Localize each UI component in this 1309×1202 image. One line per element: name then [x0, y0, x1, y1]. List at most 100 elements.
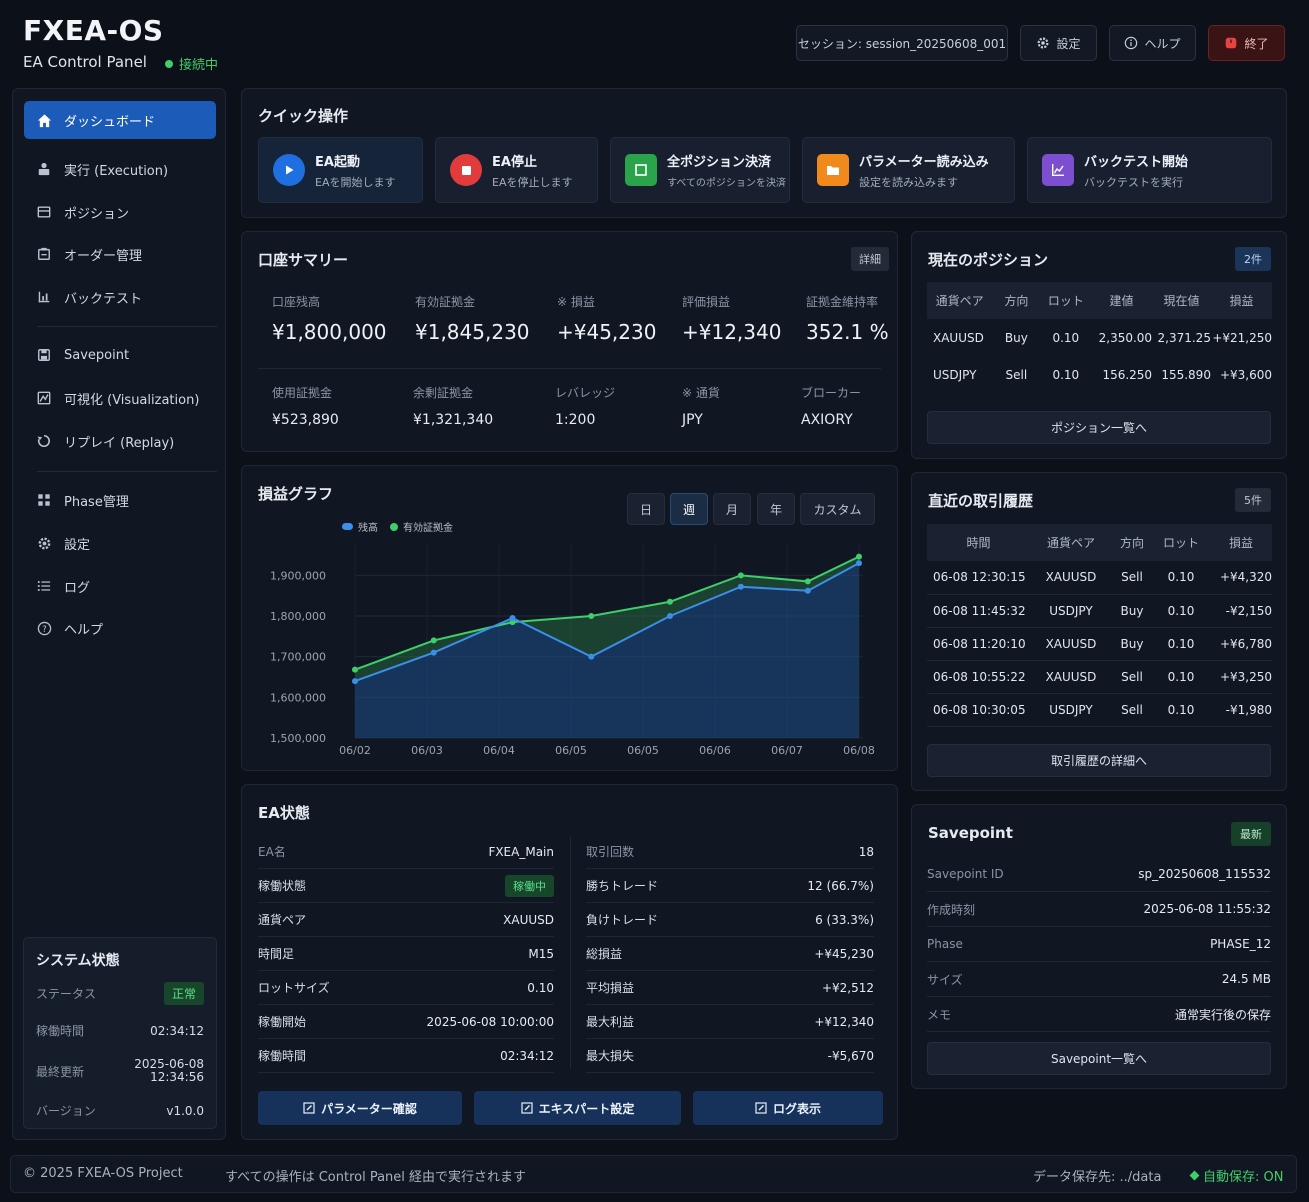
table-cell: +¥3,250: [1219, 669, 1272, 684]
quick-action-desc: 設定を読み込みます: [859, 175, 958, 189]
column-header: 通貨ペア: [927, 282, 993, 319]
summary-label: レバレッジ: [555, 386, 616, 400]
balance-point: [509, 615, 516, 622]
autosave-status: 自動保存: ON: [1189, 1166, 1283, 1185]
detail-button[interactable]: 詳細: [851, 247, 889, 271]
app-subtitle: EA Control Panel: [23, 53, 147, 71]
column-header: 方向: [992, 282, 1041, 319]
table-row[interactable]: 06-08 10:30:05 USDJPY Sell 0.10 -¥1,980: [927, 693, 1272, 726]
sidebar-item-visualization[interactable]: 可視化 (Visualization): [24, 379, 216, 417]
table-row[interactable]: XAUUSD Buy 0.10 2,350.00 2,371.25 +¥21,2…: [927, 319, 1272, 356]
column-header: 現在値: [1152, 282, 1211, 319]
sidebar-item-phase[interactable]: Phase管理: [24, 481, 216, 519]
summary-value: ¥1,321,340: [413, 412, 494, 428]
exit-button[interactable]: 終了: [1208, 25, 1285, 61]
sidebar-item-backtest[interactable]: バックテスト: [24, 278, 216, 316]
start-ea-button[interactable]: EA起動 EAを開始します: [258, 137, 423, 203]
edit-icon: [303, 1102, 315, 1114]
equity-point: [804, 578, 811, 585]
settings-button[interactable]: 設定: [1020, 25, 1097, 61]
sidebar-item-position[interactable]: ポジション: [24, 193, 216, 231]
replay-icon: [36, 433, 52, 449]
position-icon: [36, 204, 52, 220]
close-all-positions-button[interactable]: 全ポジション決済 すべてのポジションを決済: [610, 137, 790, 203]
sidebar-item-help[interactable]: ? ヘルプ: [24, 609, 216, 647]
expert-settings-button[interactable]: エキスパート設定: [474, 1091, 681, 1125]
sidebar-item-savepoint[interactable]: Savepoint: [24, 336, 216, 374]
positions-list-button[interactable]: ポジション一覧へ: [927, 411, 1271, 444]
quick-action-desc: EAを開始します: [315, 175, 396, 189]
savepoint-row-value: 2025-06-08 11:55:32: [1143, 902, 1271, 916]
show-log-button[interactable]: ログ表示: [693, 1091, 883, 1125]
table-row[interactable]: 06-08 11:45:32 USDJPY Buy 0.10 -¥2,150: [927, 594, 1272, 627]
check-parameters-button[interactable]: パラメーター確認: [258, 1091, 462, 1125]
table-cell: Buy: [1120, 636, 1144, 651]
sidebar-item-label: ヘルプ: [64, 622, 104, 638]
sidebar-divider: [37, 471, 217, 472]
ea-row-value: 02:34:12: [500, 1048, 554, 1063]
session-indicator[interactable]: セッション: session_20250608_001: [796, 25, 1008, 61]
edit-icon: [521, 1102, 533, 1114]
table-row[interactable]: 06-08 10:55:22 XAUUSD Sell 0.10 +¥3,250: [927, 660, 1272, 693]
ea-row: 通貨ペア XAUUSD: [258, 903, 554, 937]
quick-action-title: EA停止: [492, 154, 537, 170]
quick-action-desc: EAを停止します: [492, 175, 573, 189]
sidebar-item-log[interactable]: ログ: [24, 567, 216, 605]
trade-history-detail-button[interactable]: 取引履歴の詳細へ: [927, 744, 1271, 777]
positions-count-badge: 2件: [1235, 247, 1271, 271]
sidebar-item-replay[interactable]: リプレイ (Replay): [24, 422, 216, 460]
x-tick-label: 06/08: [843, 744, 875, 757]
table-row[interactable]: USDJPY Sell 0.10 156.250 155.890 +¥3,600: [927, 356, 1272, 393]
x-tick-label: 06/07: [771, 744, 803, 757]
table-cell: 0.10: [1052, 330, 1080, 345]
copyright: © 2025 FXEA-OS Project: [23, 1166, 183, 1181]
table-row[interactable]: 06-08 12:30:15 XAUUSD Sell 0.10 +¥4,320: [927, 561, 1272, 594]
sidebar-item-execution[interactable]: 実行 (Execution): [24, 150, 216, 188]
table-cell: 155.890: [1161, 367, 1211, 382]
savepoint-list-button[interactable]: Savepoint一覧へ: [927, 1042, 1271, 1075]
start-backtest-button[interactable]: バックテスト開始 バックテストを実行: [1027, 137, 1272, 203]
summary-value: +¥45,230: [557, 320, 657, 344]
column-header: 方向: [1112, 524, 1152, 561]
ea-row-value: +¥45,230: [814, 946, 874, 961]
y-tick-label: 1,800,000: [270, 610, 326, 623]
load-parameters-button[interactable]: パラメーター読み込み 設定を読み込みます: [802, 137, 1015, 203]
sidebar-item-label: 設定: [64, 537, 91, 553]
latest-badge: 最新: [1231, 822, 1271, 846]
ea-row-label: 通貨ペア: [258, 913, 307, 927]
table-cell: -¥2,150: [1225, 603, 1272, 618]
summary-label: ブローカー: [801, 386, 862, 400]
help-button[interactable]: ヘルプ: [1109, 25, 1196, 61]
system-row-value: v1.0.0: [166, 1103, 204, 1118]
savepoint-row-value: sp_20250608_115532: [1138, 867, 1271, 881]
quick-action-title: パラメーター読み込み: [859, 154, 989, 170]
system-row-label: バージョン: [36, 1104, 96, 1118]
x-tick-label: 06/05: [627, 744, 659, 757]
sidebar-item-label: オーダー管理: [64, 248, 143, 264]
sidebar-item-settings[interactable]: 設定: [24, 524, 216, 562]
sidebar-item-dashboard[interactable]: ダッシュボード: [24, 101, 216, 139]
column-header: ロット: [1152, 524, 1210, 561]
table-cell: -¥1,980: [1225, 702, 1272, 717]
table-cell: 2,371.25: [1157, 330, 1211, 345]
ea-row-label: 稼働状態: [258, 879, 307, 893]
footer: © 2025 FXEA-OS Project すべての操作は Control P…: [10, 1155, 1297, 1193]
sidebar-item-label: 実行 (Execution): [64, 163, 169, 179]
equity-point: [667, 598, 673, 605]
stop-ea-button[interactable]: EA停止 EAを停止します: [435, 137, 598, 203]
savepoint-row: サイズ 24.5 MB: [927, 962, 1271, 997]
summary-label: 口座残高: [272, 295, 321, 309]
quick-action-title: バックテスト開始: [1084, 154, 1189, 170]
sidebar-item-orders[interactable]: オーダー管理: [24, 235, 216, 273]
stop-icon: [450, 154, 482, 186]
savepoint-row-label: Savepoint ID: [927, 867, 1004, 881]
ea-row: 勝ちトレード 12 (66.7%): [586, 869, 874, 903]
ea-row: 最大損失 -¥5,670: [586, 1039, 874, 1073]
table-row[interactable]: 06-08 11:20:10 XAUUSD Buy 0.10 +¥6,780: [927, 627, 1272, 660]
ea-row-value: M15: [528, 946, 554, 961]
table-cell: 06-08 10:30:05: [933, 702, 1026, 717]
pnl-chart-panel: 損益グラフ 日 週 月 年 カスタム 残高 有効証拠金 1,900,000 1,8…: [241, 465, 898, 771]
button-label: ログ表示: [772, 1101, 821, 1116]
x-tick-label: 06/06: [699, 744, 731, 757]
system-status-title: システム状態: [36, 953, 120, 969]
